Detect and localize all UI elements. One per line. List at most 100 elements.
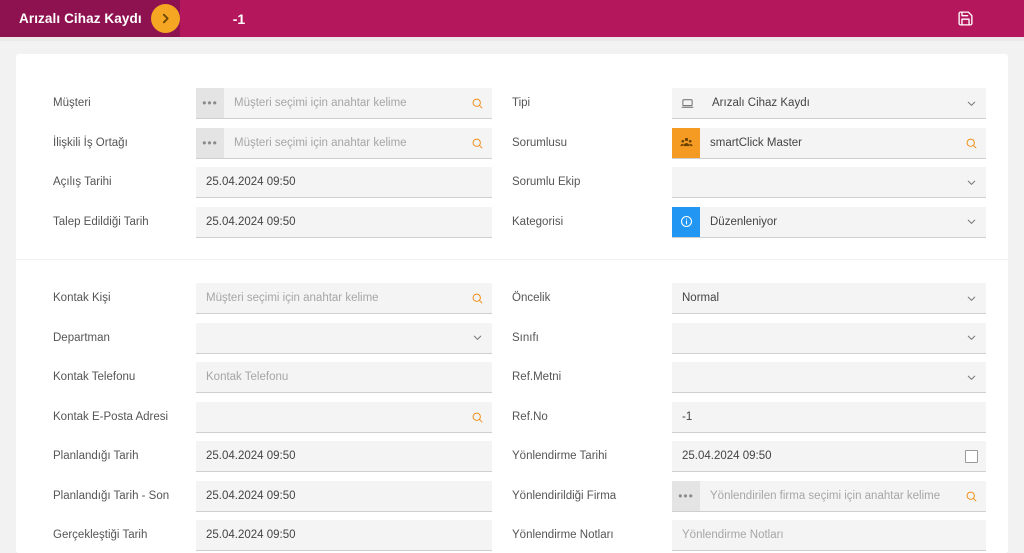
field-label: Talep Edildiği Tarih (53, 215, 149, 228)
field-value[interactable]: 25.04.2024 09:50 (196, 207, 492, 237)
search-icon (472, 293, 483, 304)
field-placeholder[interactable]: Yönlendirme Notları (672, 520, 986, 550)
field-value[interactable]: Arızalı Cihaz Kaydı (702, 88, 956, 118)
search-button[interactable] (462, 402, 492, 432)
field-value[interactable]: Düzenleniyor (700, 207, 956, 237)
field-label: Yönlendirme Tarihi (512, 450, 608, 463)
field-label: Kategorisi (512, 215, 564, 228)
field-control[interactable]: ••• Müşteri seçimi için anahtar kelime (196, 127, 492, 159)
field-placeholder[interactable] (196, 402, 462, 432)
field-row: İlişkili İş Ortağı ••• Müşteri seçimi için… (53, 124, 492, 164)
dropdown-toggle[interactable] (956, 88, 986, 118)
field-control[interactable]: 25.04.2024 09:50 (196, 441, 492, 473)
category-info-icon-chip[interactable] (672, 206, 700, 237)
field-value[interactable]: -1 (672, 402, 986, 432)
field-placeholder[interactable]: Müşteri seçimi için anahtar kelime (224, 128, 462, 158)
field-control[interactable]: Normal (672, 283, 986, 315)
field-value[interactable]: 25.04.2024 09:50 (196, 520, 492, 550)
field-control[interactable] (672, 362, 986, 394)
chevron-down-icon (967, 219, 975, 225)
field-control[interactable]: 25.04.2024 09:50 (672, 441, 986, 473)
form-section: Kontak Kişi Müşteri seçimi için anahtar k… (16, 259, 1008, 553)
field-row: Sınıfı (512, 319, 986, 359)
field-placeholder[interactable]: Müşteri seçimi için anahtar kelime (224, 88, 462, 118)
field-row: Kontak Kişi Müşteri seçimi için anahtar k… (53, 279, 492, 319)
field-control[interactable]: Yönlendirme Notları (672, 520, 986, 552)
save-button[interactable] (957, 10, 974, 27)
field-label: İlişkili İş Ortağı (53, 136, 128, 149)
field-row: Ref.Metni (512, 358, 986, 398)
field-row: Yönlendirme Tarihi 25.04.2024 09:50 (512, 437, 986, 477)
dropdown-toggle[interactable] (956, 207, 986, 237)
form-sections: Müşteri ••• Müşteri seçimi için anahtar ke… (16, 84, 1008, 553)
field-placeholder[interactable] (672, 323, 956, 353)
dropdown-toggle[interactable] (462, 323, 492, 353)
dropdown-toggle[interactable] (956, 362, 986, 392)
field-placeholder[interactable]: Müşteri seçimi için anahtar kelime (196, 283, 462, 313)
field-row: Planlandığı Tarih - Son 25.04.2024 09:50 (53, 477, 492, 517)
field-value[interactable]: 25.04.2024 09:50 (196, 481, 492, 511)
search-button[interactable] (462, 283, 492, 313)
field-control[interactable]: Düzenleniyor (672, 206, 986, 238)
checkbox-toggle[interactable] (956, 441, 986, 471)
field-control[interactable]: Kontak Telefonu (196, 362, 492, 394)
page-title: Arızalı Cihaz Kaydı (19, 11, 142, 26)
field-control[interactable] (196, 322, 492, 354)
field-control[interactable]: 25.04.2024 09:50 (196, 167, 492, 199)
field-value[interactable]: smartClick Master (700, 128, 956, 158)
field-value[interactable]: 25.04.2024 09:50 (672, 441, 956, 471)
field-control[interactable]: 25.04.2024 09:50 (196, 480, 492, 512)
record-id-label: -1 (232, 10, 246, 27)
field-control[interactable]: Müşteri seçimi için anahtar kelime (196, 283, 492, 315)
field-placeholder[interactable]: Kontak Telefonu (196, 362, 492, 392)
field-value[interactable]: Normal (672, 283, 956, 313)
save-floppy-icon (958, 11, 973, 26)
dropdown-toggle[interactable] (956, 323, 986, 353)
field-control[interactable] (196, 401, 492, 433)
form-column-left: Müşteri ••• Müşteri seçimi için anahtar ke… (16, 84, 512, 242)
responsible-user-icon-chip[interactable] (672, 127, 700, 158)
field-placeholder[interactable]: Yönlendirilen firma seçimi için anahtar … (700, 481, 956, 511)
field-row: Planlandığı Tarih 25.04.2024 09:50 (53, 437, 492, 477)
field-control[interactable]: ••• Yönlendirilen firma seçimi için anaht… (672, 480, 986, 512)
field-value[interactable]: 25.04.2024 09:50 (196, 441, 492, 471)
dropdown-toggle[interactable] (956, 283, 986, 313)
field-label: Kontak Telefonu (53, 371, 136, 384)
search-button[interactable] (462, 88, 492, 118)
field-row: Müşteri ••• Müşteri seçimi için anahtar ke… (53, 84, 492, 124)
field-row: Sorumlu Ekip (512, 163, 986, 203)
chevron-down-icon (967, 296, 975, 301)
field-control[interactable] (672, 167, 986, 199)
field-control[interactable]: smartClick Master (672, 127, 986, 159)
search-button[interactable] (956, 128, 986, 158)
field-label: Departman (53, 331, 110, 344)
chevron-right-icon[interactable] (150, 4, 180, 33)
field-control[interactable]: 25.04.2024 09:50 (196, 520, 492, 552)
search-icon (472, 412, 483, 422)
field-label: Müşteri (53, 97, 91, 110)
chevron-right-glyph (162, 13, 169, 24)
ellipsis-button-icon[interactable]: ••• (196, 88, 224, 119)
search-icon (472, 98, 483, 109)
search-button[interactable] (956, 481, 986, 511)
form-column-right: Tipi Arızalı Cihaz Kaydı Sorumlusu smartCli… (512, 84, 1008, 242)
ellipsis-button-icon[interactable]: ••• (672, 480, 700, 511)
ellipsis-button-icon[interactable]: ••• (196, 127, 224, 158)
monitor-icon-wrap (672, 88, 702, 118)
field-value[interactable]: 25.04.2024 09:50 (196, 167, 492, 197)
dropdown-toggle[interactable] (956, 167, 986, 197)
field-label: Açılış Tarihi (53, 176, 112, 189)
field-control[interactable]: -1 (672, 401, 986, 433)
field-control[interactable]: ••• Müşteri seçimi için anahtar kelime (196, 88, 492, 120)
field-row: Öncelik Normal (512, 279, 986, 319)
field-placeholder[interactable] (672, 362, 956, 392)
field-placeholder[interactable] (672, 167, 956, 197)
field-control[interactable]: 25.04.2024 09:50 (196, 206, 492, 238)
field-control[interactable]: Arızalı Cihaz Kaydı (672, 88, 986, 120)
monitor-icon (681, 98, 693, 108)
field-row: Talep Edildiği Tarih 25.04.2024 09:50 (53, 203, 492, 243)
search-icon (472, 138, 483, 148)
search-button[interactable] (462, 128, 492, 158)
field-control[interactable] (672, 322, 986, 354)
field-placeholder[interactable] (196, 323, 462, 353)
